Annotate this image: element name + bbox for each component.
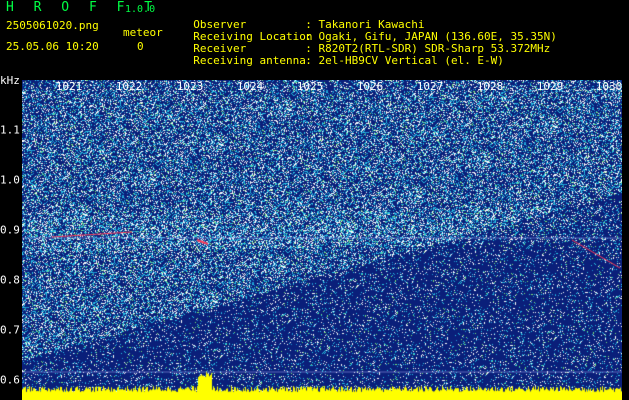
y-tick-label: 0.6 — [0, 373, 20, 387]
app-version: 1.0.0 — [125, 4, 156, 15]
x-tick-label: 1028 — [476, 80, 504, 93]
meteor-count-label: meteor — [123, 26, 163, 39]
capture-datetime: 25.05.06 10:20 — [6, 40, 99, 53]
x-tick-label: 1027 — [416, 80, 444, 93]
x-tick-label: 1021 — [55, 80, 83, 93]
x-tick-label: 1026 — [356, 80, 384, 93]
spectrogram-plot — [22, 80, 622, 400]
y-tick-label: 0.7 — [0, 323, 20, 337]
meteor-count-value: 0 — [137, 40, 144, 53]
x-tick-label: 1029 — [536, 80, 564, 93]
y-tick-label: 0.8 — [0, 273, 20, 287]
info-antenna-value: : 2el-HB9CV Vertical (el. E-W) — [305, 54, 504, 67]
x-tick-label: 1025 — [296, 80, 324, 93]
y-axis-unit: kHz — [0, 74, 20, 87]
x-tick-label: 1024 — [236, 80, 264, 93]
y-tick-label: 0.9 — [0, 223, 20, 237]
image-filename: 2505061020.png — [6, 19, 99, 32]
x-tick-label: 1030 — [595, 80, 623, 93]
y-tick-label: 1.0 — [0, 173, 20, 187]
spectrogram-canvas — [22, 80, 622, 400]
info-antenna-label: Receiving antenna — [193, 54, 306, 67]
info-antenna: Receiving antenna: 2el-HB9CV Vertical (e… — [180, 41, 504, 67]
y-tick-label: 1.1 — [0, 123, 20, 137]
x-tick-label: 1022 — [115, 80, 143, 93]
x-tick-label: 1023 — [176, 80, 204, 93]
